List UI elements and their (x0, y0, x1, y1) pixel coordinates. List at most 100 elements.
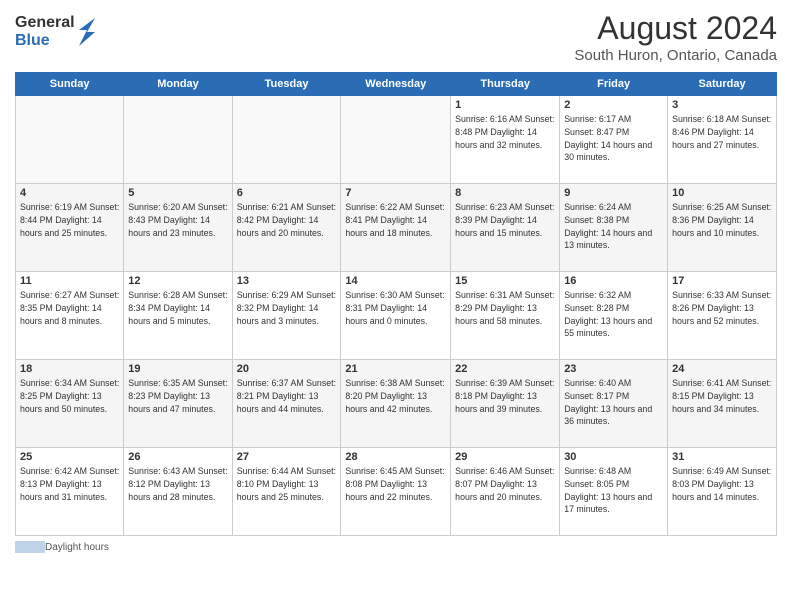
day-number: 10 (672, 187, 772, 199)
calendar-cell (232, 96, 341, 184)
calendar-cell: 4Sunrise: 6:19 AM Sunset: 8:44 PM Daylig… (16, 184, 124, 272)
calendar-cell: 3Sunrise: 6:18 AM Sunset: 8:46 PM Daylig… (668, 96, 777, 184)
weekday-header: Wednesday (341, 73, 451, 96)
calendar-cell: 18Sunrise: 6:34 AM Sunset: 8:25 PM Dayli… (16, 360, 124, 448)
calendar-week-row: 1 Sunrise: 6:16 AM Sunset: 8:48 PM Daylig… (16, 96, 777, 184)
day-number: 1 (455, 99, 555, 111)
calendar-cell: 15 Sunrise: 6:31 AM Sunset: 8:29 PM Dayli… (451, 272, 560, 360)
calendar-cell: 22 Sunrise: 6:39 AM Sunset: 8:18 PM Dayli… (451, 360, 560, 448)
day-info: Sunrise: 6:39 AM Sunset: 8:18 PM Dayligh… (455, 377, 555, 415)
day-info: Sunrise: 6:24 AM Sunset: 8:38 PM Dayligh… (564, 201, 663, 252)
logo-general: General (15, 14, 75, 32)
day-number: 21 (345, 363, 446, 375)
day-info: Sunrise: 6:30 AM Sunset: 8:31 PM Dayligh… (345, 289, 446, 327)
day-info: Sunrise: 6:49 AM Sunset: 8:03 PM Dayligh… (672, 465, 772, 503)
day-info: Sunrise: 6:20 AM Sunset: 8:43 PM Dayligh… (128, 201, 227, 239)
page: General Blue August 2024 South Huron, On… (0, 0, 792, 612)
day-info: Sunrise: 6:25 AM Sunset: 8:36 PM Dayligh… (672, 201, 772, 239)
day-info: Sunrise: 6:37 AM Sunset: 8:21 PM Dayligh… (237, 377, 337, 415)
day-info: Sunrise: 6:44 AM Sunset: 8:10 PM Dayligh… (237, 465, 337, 503)
day-info: Sunrise: 6:17 AM Sunset: 8:47 PM Dayligh… (564, 113, 663, 164)
weekday-header: Saturday (668, 73, 777, 96)
weekday-header: Monday (124, 73, 232, 96)
day-number: 23 (564, 363, 663, 375)
logo-blue: Blue (15, 32, 75, 50)
calendar-cell (124, 96, 232, 184)
day-number: 31 (672, 451, 772, 463)
calendar-cell: 24Sunrise: 6:41 AM Sunset: 8:15 PM Dayli… (668, 360, 777, 448)
day-number: 5 (128, 187, 227, 199)
calendar-cell: 26 Sunrise: 6:43 AM Sunset: 8:12 PM Dayli… (124, 448, 232, 536)
calendar-cell: 31 Sunrise: 6:49 AM Sunset: 8:03 PM Dayli… (668, 448, 777, 536)
day-number: 25 (20, 451, 119, 463)
day-info: Sunrise: 6:28 AM Sunset: 8:34 PM Dayligh… (128, 289, 227, 327)
calendar-cell: 5 Sunrise: 6:20 AM Sunset: 8:43 PM Daylig… (124, 184, 232, 272)
day-number: 27 (237, 451, 337, 463)
calendar-cell: 8 Sunrise: 6:23 AM Sunset: 8:39 PM Daylig… (451, 184, 560, 272)
calendar-week-row: 25 Sunrise: 6:42 AM Sunset: 8:13 PM Dayli… (16, 448, 777, 536)
calendar-cell: 13 Sunrise: 6:29 AM Sunset: 8:32 PM Dayli… (232, 272, 341, 360)
calendar-cell: 9Sunrise: 6:24 AM Sunset: 8:38 PM Daylig… (560, 184, 668, 272)
day-info: Sunrise: 6:46 AM Sunset: 8:07 PM Dayligh… (455, 465, 555, 503)
calendar-cell: 6Sunrise: 6:21 AM Sunset: 8:42 PM Daylig… (232, 184, 341, 272)
day-info: Sunrise: 6:16 AM Sunset: 8:48 PM Dayligh… (455, 113, 555, 151)
day-info: Sunrise: 6:33 AM Sunset: 8:26 PM Dayligh… (672, 289, 772, 327)
weekday-header: Sunday (16, 73, 124, 96)
day-number: 8 (455, 187, 555, 199)
day-info: Sunrise: 6:34 AM Sunset: 8:25 PM Dayligh… (20, 377, 119, 415)
calendar-cell (341, 96, 451, 184)
calendar-cell: 23Sunrise: 6:40 AM Sunset: 8:17 PM Dayli… (560, 360, 668, 448)
calendar-cell: 30Sunrise: 6:48 AM Sunset: 8:05 PM Dayli… (560, 448, 668, 536)
calendar-cell: 25 Sunrise: 6:42 AM Sunset: 8:13 PM Dayli… (16, 448, 124, 536)
day-info: Sunrise: 6:22 AM Sunset: 8:41 PM Dayligh… (345, 201, 446, 239)
day-info: Sunrise: 6:42 AM Sunset: 8:13 PM Dayligh… (20, 465, 119, 503)
day-info: Sunrise: 6:43 AM Sunset: 8:12 PM Dayligh… (128, 465, 227, 503)
calendar-cell: 27 Sunrise: 6:44 AM Sunset: 8:10 PM Dayli… (232, 448, 341, 536)
day-number: 7 (345, 187, 446, 199)
day-info: Sunrise: 6:35 AM Sunset: 8:23 PM Dayligh… (128, 377, 227, 415)
calendar-cell: 2 Sunrise: 6:17 AM Sunset: 8:47 PM Daylig… (560, 96, 668, 184)
day-info: Sunrise: 6:41 AM Sunset: 8:15 PM Dayligh… (672, 377, 772, 415)
day-number: 15 (455, 275, 555, 287)
day-number: 29 (455, 451, 555, 463)
calendar-cell: 1 Sunrise: 6:16 AM Sunset: 8:48 PM Daylig… (451, 96, 560, 184)
day-number: 26 (128, 451, 227, 463)
day-info: Sunrise: 6:23 AM Sunset: 8:39 PM Dayligh… (455, 201, 555, 239)
calendar-cell: 20 Sunrise: 6:37 AM Sunset: 8:21 PM Dayli… (232, 360, 341, 448)
day-number: 11 (20, 275, 119, 287)
logo: General Blue (15, 14, 97, 49)
calendar-cell: 11 Sunrise: 6:27 AM Sunset: 8:35 PM Dayli… (16, 272, 124, 360)
day-number: 22 (455, 363, 555, 375)
header: General Blue August 2024 South Huron, On… (15, 10, 777, 64)
day-number: 30 (564, 451, 663, 463)
day-number: 2 (564, 99, 663, 111)
calendar-cell: 16Sunrise: 6:32 AM Sunset: 8:28 PM Dayli… (560, 272, 668, 360)
day-number: 14 (345, 275, 446, 287)
weekday-header: Tuesday (232, 73, 341, 96)
logo-icon (77, 18, 97, 46)
day-info: Sunrise: 6:29 AM Sunset: 8:32 PM Dayligh… (237, 289, 337, 327)
day-info: Sunrise: 6:45 AM Sunset: 8:08 PM Dayligh… (345, 465, 446, 503)
weekday-header: Thursday (451, 73, 560, 96)
calendar-cell: 12Sunrise: 6:28 AM Sunset: 8:34 PM Dayli… (124, 272, 232, 360)
calendar-cell: 29 Sunrise: 6:46 AM Sunset: 8:07 PM Dayli… (451, 448, 560, 536)
subtitle: South Huron, Ontario, Canada (574, 47, 777, 64)
calendar-cell: 14 Sunrise: 6:30 AM Sunset: 8:31 PM Dayli… (341, 272, 451, 360)
calendar-week-row: 4Sunrise: 6:19 AM Sunset: 8:44 PM Daylig… (16, 184, 777, 272)
day-info: Sunrise: 6:31 AM Sunset: 8:29 PM Dayligh… (455, 289, 555, 327)
day-number: 16 (564, 275, 663, 287)
legend-label: Daylight hours (45, 542, 109, 553)
calendar-cell: 21 Sunrise: 6:38 AM Sunset: 8:20 PM Dayli… (341, 360, 451, 448)
footer: Daylight hours (15, 541, 777, 553)
day-number: 20 (237, 363, 337, 375)
calendar-cell (16, 96, 124, 184)
calendar-cell: 28Sunrise: 6:45 AM Sunset: 8:08 PM Dayli… (341, 448, 451, 536)
weekday-header-row: SundayMondayTuesdayWednesdayThursdayFrid… (16, 73, 777, 96)
day-number: 13 (237, 275, 337, 287)
day-info: Sunrise: 6:27 AM Sunset: 8:35 PM Dayligh… (20, 289, 119, 327)
day-info: Sunrise: 6:38 AM Sunset: 8:20 PM Dayligh… (345, 377, 446, 415)
day-info: Sunrise: 6:19 AM Sunset: 8:44 PM Dayligh… (20, 201, 119, 239)
calendar-cell: 7 Sunrise: 6:22 AM Sunset: 8:41 PM Daylig… (341, 184, 451, 272)
day-number: 17 (672, 275, 772, 287)
calendar-cell: 17 Sunrise: 6:33 AM Sunset: 8:26 PM Dayli… (668, 272, 777, 360)
